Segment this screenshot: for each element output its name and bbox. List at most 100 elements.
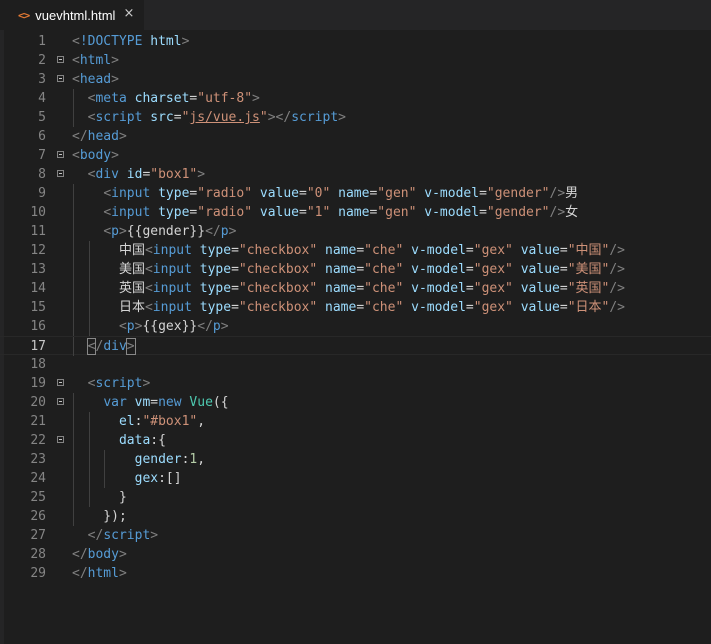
- code-token: name: [338, 186, 370, 201]
- code-line[interactable]: 11 <p>{{gender}}</p>: [0, 222, 711, 241]
- code-line[interactable]: 27 </script>: [0, 526, 711, 545]
- code-line[interactable]: 7 <body>: [0, 146, 711, 165]
- code-line[interactable]: 1 <!DOCTYPE html>: [0, 32, 711, 51]
- code-token: el: [118, 414, 135, 429]
- fold-toggle-icon[interactable]: [57, 436, 64, 443]
- code-token: =: [559, 262, 568, 277]
- code-token: :[]: [158, 471, 182, 486]
- code-line[interactable]: 13 美国<input type="checkbox" name="che" v…: [0, 260, 711, 279]
- code-line[interactable]: 19 <script>: [0, 374, 711, 393]
- line-number: 10: [30, 205, 46, 220]
- code-token: "checkbox": [238, 300, 318, 315]
- code-token: "日本": [567, 300, 610, 315]
- code-token: =: [465, 262, 474, 277]
- code-token: />: [549, 205, 566, 220]
- code-line[interactable]: 10 <input type="radio" value="1" name="g…: [0, 203, 711, 222]
- code-token: <: [144, 262, 153, 277]
- code-line[interactable]: 8 <div id="box1">: [0, 165, 711, 184]
- code-text: 中国<input type="checkbox" name="che" v-mo…: [72, 241, 625, 260]
- code-line[interactable]: 25 }: [0, 488, 711, 507]
- line-number: 20: [30, 395, 46, 410]
- fold-toggle-icon[interactable]: [57, 398, 64, 405]
- code-token: 男: [565, 186, 579, 201]
- code-token: ,: [197, 452, 206, 467]
- code-token: data: [118, 433, 151, 448]
- code-token: src: [150, 110, 174, 125]
- code-token: type: [199, 281, 232, 296]
- code-token: <: [118, 319, 127, 334]
- fold-toggle-icon[interactable]: [57, 379, 64, 386]
- line-number: 13: [30, 262, 46, 277]
- code-line[interactable]: 15 日本<input type="checkbox" name="che" v…: [0, 298, 711, 317]
- code-line[interactable]: 4 <meta charset="utf-8">: [0, 89, 711, 108]
- code-token: >: [118, 566, 127, 581]
- code-line[interactable]: 18: [0, 355, 711, 374]
- code-token: >: [181, 34, 190, 49]
- code-line[interactable]: 24 gex:[]: [0, 469, 711, 488]
- code-line[interactable]: 16 <p>{{gex}}</p>: [0, 317, 711, 336]
- code-line[interactable]: 23 gender:1,: [0, 450, 711, 469]
- line-number: 1: [38, 34, 46, 49]
- code-token: name: [325, 281, 357, 296]
- fold-toggle-icon[interactable]: [57, 75, 64, 82]
- close-icon[interactable]: ×: [122, 7, 136, 21]
- code-text: data:{: [72, 431, 166, 450]
- code-token: "gex": [473, 281, 513, 296]
- code-token: input: [152, 243, 192, 258]
- code-token: v-model: [411, 262, 466, 277]
- code-line[interactable]: 20 var vm=new Vue({: [0, 393, 711, 412]
- code-line[interactable]: 5 <script src="js/vue.js"></script>: [0, 108, 711, 127]
- code-token: input: [152, 262, 192, 277]
- fold-toggle-icon[interactable]: [57, 56, 64, 63]
- code-token: <: [72, 72, 80, 87]
- code-text: </div>: [72, 337, 136, 356]
- code-line[interactable]: 14 英国<input type="checkbox" name="che" v…: [0, 279, 711, 298]
- code-token: >: [111, 53, 119, 68]
- code-token: >: [111, 72, 119, 87]
- fold-toggle-icon[interactable]: [57, 170, 64, 177]
- code-token: <: [72, 34, 80, 49]
- code-line[interactable]: 26 });: [0, 507, 711, 526]
- code-token: !DOCTYPE: [79, 34, 143, 49]
- code-token: "che": [364, 300, 404, 315]
- code-token: type: [158, 186, 190, 201]
- code-text: <p>{{gender}}</p>: [72, 222, 236, 241]
- code-line[interactable]: 9 <input type="radio" value="0" name="ge…: [0, 184, 711, 203]
- code-token: "gender": [486, 205, 550, 220]
- code-line[interactable]: 22 data:{: [0, 431, 711, 450]
- editor-area[interactable]: 1 <!DOCTYPE html> 2 <html> 3 <head> 4 <meta ch…: [0, 30, 711, 644]
- code-line[interactable]: 28 </body>: [0, 545, 711, 564]
- tab-bar: <> vuevhtml.html ×: [0, 0, 711, 30]
- code-text: gender:1,: [72, 450, 205, 469]
- code-token: html: [150, 34, 182, 49]
- code-line[interactable]: 2 <html>: [0, 51, 711, 70]
- code-text: <div id="box1">: [72, 165, 205, 184]
- code-line[interactable]: 12 中国<input type="checkbox" name="che" v…: [0, 241, 711, 260]
- code-token: =: [479, 205, 487, 220]
- code-token: div: [103, 339, 127, 354]
- fold-toggle-icon[interactable]: [57, 151, 64, 158]
- code-text: </html>: [72, 564, 127, 583]
- tab-vuevhtml[interactable]: <> vuevhtml.html ×: [0, 0, 144, 30]
- code-line[interactable]: 21 el:"#box1",: [0, 412, 711, 431]
- code-line[interactable]: 6 </head>: [0, 127, 711, 146]
- code-token: value: [259, 205, 300, 220]
- code-token: =: [559, 300, 568, 315]
- code-text: </script>: [72, 526, 158, 545]
- code-token: div: [95, 167, 119, 182]
- code-line[interactable]: 29 </html>: [0, 564, 711, 583]
- code-line[interactable]: 17 </div>: [0, 336, 711, 356]
- code-token: "英国": [567, 281, 610, 296]
- code-token: ": [259, 110, 268, 125]
- code-line[interactable]: 3 <head>: [0, 70, 711, 89]
